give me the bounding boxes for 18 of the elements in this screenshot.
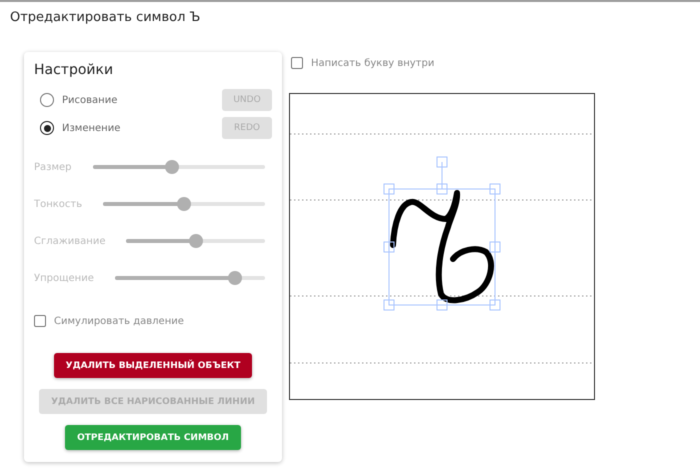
slider-thumb[interactable]: [228, 271, 242, 285]
slider-label: Тонкость: [34, 198, 82, 210]
slider-thumb[interactable]: [177, 197, 192, 211]
write-inside-checkbox[interactable]: Написать букву внутри: [289, 57, 595, 69]
slider-label: Сглаживание: [34, 236, 106, 246]
drawing-canvas[interactable]: [289, 93, 595, 400]
mode-radio[interactable]: Рисование: [40, 93, 118, 107]
window-title: Отредактировать символ Ъ: [9, 9, 202, 27]
slider-label: Размер: [34, 162, 72, 172]
pressure-checkbox[interactable]: Симулировать давление: [34, 315, 272, 327]
slider-label: Упрощение: [34, 272, 94, 284]
mode-radio[interactable]: Изменение: [40, 121, 120, 135]
selection-frame[interactable]: [384, 156, 500, 310]
slider-thumb[interactable]: [188, 234, 203, 248]
panel-heading: Настройки: [34, 62, 114, 78]
action-button[interactable]: ОТРЕДАКТИРОВАТЬ СИМВОЛ: [65, 425, 241, 450]
slider-thumb[interactable]: [164, 160, 179, 174]
action-button[interactable]: УДАЛИТЬ ВЫДЕЛЕННЫЙ ОБЪЕКТ: [54, 353, 252, 378]
